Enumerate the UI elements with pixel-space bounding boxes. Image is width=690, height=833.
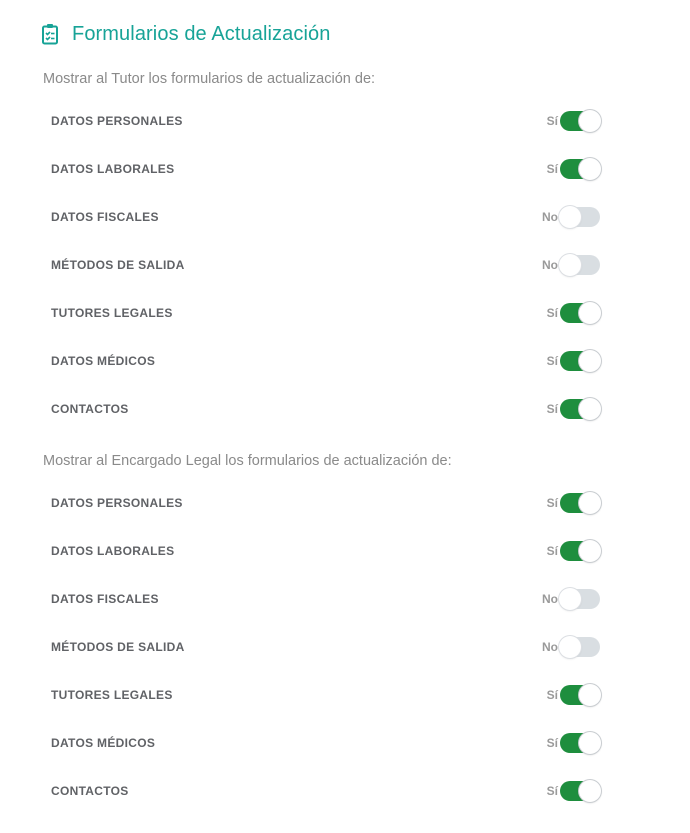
update-forms-panel: Formularios de Actualización Mostrar al … <box>0 0 690 833</box>
setting-row: CONTACTOS Sí <box>0 385 690 433</box>
toggle-switch[interactable] <box>560 350 601 372</box>
setting-row: DATOS MÉDICOS Sí <box>0 337 690 385</box>
toggle-switch[interactable] <box>560 302 601 324</box>
toggle-knob <box>559 636 581 658</box>
setting-row: DATOS FISCALES No <box>0 575 690 623</box>
setting-row: TUTORES LEGALES Sí <box>0 289 690 337</box>
setting-label: MÉTODOS DE SALIDA <box>51 640 185 654</box>
setting-row: DATOS PERSONALES Sí <box>0 97 690 145</box>
toggle-switch[interactable] <box>560 492 601 514</box>
panel-header: Formularios de Actualización <box>41 20 330 48</box>
toggle-knob <box>579 540 601 562</box>
toggle-knob <box>579 110 601 132</box>
toggle-state-text: Sí <box>546 402 558 416</box>
toggle-switch[interactable] <box>560 398 601 420</box>
setting-row: DATOS FISCALES No <box>0 193 690 241</box>
toggle-switch[interactable] <box>560 110 601 132</box>
toggle-knob <box>579 684 601 706</box>
toggle-state-text: Sí <box>546 736 558 750</box>
toggle-knob <box>579 732 601 754</box>
toggle-switch[interactable] <box>560 732 601 754</box>
toggle-switch[interactable] <box>560 684 601 706</box>
toggle-state-text: Sí <box>546 688 558 702</box>
toggle-state-text: No <box>542 210 558 224</box>
toggle-state-text: No <box>542 258 558 272</box>
setting-row: CONTACTOS Sí <box>0 767 690 815</box>
toggle-knob <box>559 206 581 228</box>
toggle-state-text: Sí <box>546 162 558 176</box>
toggle-switch[interactable] <box>560 158 601 180</box>
setting-label: DATOS PERSONALES <box>51 496 183 510</box>
toggle-state-text: Sí <box>546 354 558 368</box>
setting-row: DATOS MÉDICOS Sí <box>0 719 690 767</box>
setting-label: TUTORES LEGALES <box>51 306 173 320</box>
toggle-state-text: Sí <box>546 496 558 510</box>
setting-label: DATOS MÉDICOS <box>51 354 156 368</box>
toggle-knob <box>579 492 601 514</box>
setting-label: TUTORES LEGALES <box>51 688 173 702</box>
toggle-switch[interactable] <box>560 540 601 562</box>
toggle-state-text: Sí <box>546 114 558 128</box>
setting-label: DATOS FISCALES <box>51 210 159 224</box>
toggle-state-text: Sí <box>546 544 558 558</box>
toggle-switch[interactable] <box>560 780 601 802</box>
setting-label: DATOS LABORALES <box>51 544 175 558</box>
setting-row: DATOS PERSONALES Sí <box>0 479 690 527</box>
toggle-state-text: Sí <box>546 784 558 798</box>
toggle-knob <box>579 302 601 324</box>
setting-row: DATOS LABORALES Sí <box>0 527 690 575</box>
toggle-knob <box>559 588 581 610</box>
setting-label: DATOS FISCALES <box>51 592 159 606</box>
toggle-switch[interactable] <box>559 588 600 610</box>
section-subtitle: Mostrar al Tutor los formularios de actu… <box>43 71 376 87</box>
setting-label: DATOS LABORALES <box>51 162 175 176</box>
setting-row: MÉTODOS DE SALIDA No <box>0 623 690 671</box>
setting-label: CONTACTOS <box>51 784 129 798</box>
setting-label: MÉTODOS DE SALIDA <box>51 258 185 272</box>
toggle-knob <box>579 350 601 372</box>
setting-row: MÉTODOS DE SALIDA No <box>0 241 690 289</box>
toggle-switch[interactable] <box>559 636 600 658</box>
page-title: Formularios de Actualización <box>72 23 331 45</box>
toggle-state-text: No <box>542 592 558 606</box>
setting-label: DATOS PERSONALES <box>51 114 183 128</box>
clipboard-check-icon <box>41 23 59 45</box>
setting-label: DATOS MÉDICOS <box>51 736 156 750</box>
toggle-knob <box>579 158 601 180</box>
toggle-state-text: Sí <box>546 306 558 320</box>
toggle-knob <box>559 254 581 276</box>
toggle-knob <box>579 780 601 802</box>
section-subtitle: Mostrar al Encargado Legal los formulari… <box>43 453 452 469</box>
setting-row: TUTORES LEGALES Sí <box>0 671 690 719</box>
toggle-switch[interactable] <box>559 254 600 276</box>
setting-row: DATOS LABORALES Sí <box>0 145 690 193</box>
toggle-knob <box>579 398 601 420</box>
toggle-switch[interactable] <box>559 206 600 228</box>
toggle-state-text: No <box>542 640 558 654</box>
setting-label: CONTACTOS <box>51 402 129 416</box>
